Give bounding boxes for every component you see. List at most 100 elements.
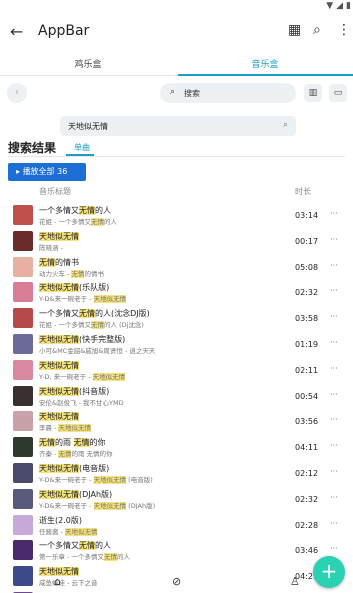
song-duration: 03:14 bbox=[295, 211, 319, 220]
play-all-label: 播放全部 36 bbox=[22, 167, 68, 176]
artist-text: 齐秦 - bbox=[39, 450, 59, 459]
more-horiz-icon[interactable]: ··· bbox=[330, 415, 338, 424]
artist-highlight: 无情 bbox=[90, 218, 104, 226]
artist-text: 小可&MC金韶&戚旭&周贤恒 - 逍之天天 bbox=[39, 346, 156, 355]
app-bar: ← AppBar ▦ ⌕ ⋮ bbox=[0, 14, 353, 50]
song-artist: 任酱酱 - 天地似无情 bbox=[39, 526, 98, 536]
song-row[interactable]: 天地似无情(电音版) Y-D&来一碗老于 - 天地似无情 (电音版) 02:12 ··… bbox=[0, 461, 353, 487]
artist-highlight: 无情 bbox=[58, 450, 72, 459]
search-icon[interactable]: ⌕ bbox=[283, 120, 288, 130]
artist-text: 动力火车 - bbox=[39, 269, 72, 278]
title-text: 的你 bbox=[89, 438, 106, 448]
more-horiz-icon[interactable]: ··· bbox=[330, 544, 338, 553]
person-icon[interactable]: ♙ bbox=[290, 575, 300, 588]
more-horiz-icon[interactable]: ··· bbox=[330, 209, 338, 218]
artist-text: Y-D&来一碗老于 - bbox=[39, 475, 94, 484]
arrow-left-icon[interactable]: ← bbox=[10, 22, 23, 41]
song-duration: 02:32 bbox=[295, 494, 319, 504]
song-artist: 第一乐章 - 一个多情又无情的人 bbox=[39, 551, 130, 562]
title-text: 的人 bbox=[95, 206, 111, 215]
artist-text: 花姐 - 一个多情又 bbox=[39, 321, 91, 330]
play-all-button[interactable]: ▸ 播放全部 36 bbox=[8, 163, 86, 181]
keyword-field[interactable]: 天地似无情 ⌕ bbox=[60, 116, 296, 136]
artist-text: 的雨 无情的你 bbox=[71, 450, 113, 459]
tab-yinyuehe[interactable]: 音乐盒 bbox=[177, 57, 353, 70]
bottom-nav: ⌂ ⊘ ♙ bbox=[0, 575, 353, 593]
artist-text: 任酱酱 - bbox=[39, 527, 65, 536]
song-title: 逝生(2.0版) bbox=[39, 515, 82, 526]
artist-text: (DJAh版) bbox=[126, 501, 156, 510]
tab-jilehe[interactable]: 鸡乐盒 bbox=[0, 57, 176, 70]
song-duration: 05:08 bbox=[295, 262, 319, 272]
artist-highlight: 无情 bbox=[90, 321, 104, 330]
more-horiz-icon[interactable]: ··· bbox=[330, 441, 338, 450]
more-horiz-icon[interactable]: ··· bbox=[330, 493, 338, 502]
artist-text: 第一乐章 - 一个多情又 bbox=[39, 553, 104, 562]
tab-single[interactable]: 单曲 bbox=[74, 142, 90, 153]
song-row[interactable]: 无情的情书 动力火车 - 无情的情书 05:08 ··· bbox=[0, 255, 353, 281]
search-icon[interactable]: ⌕ bbox=[313, 22, 321, 38]
title-text: (电音版) bbox=[79, 463, 110, 473]
song-artist: 齐秦 - 无情的雨 无情的你 bbox=[39, 448, 113, 459]
song-row[interactable]: 天地似无情 李晨 - 天地似无情 03:56 ··· bbox=[0, 409, 353, 435]
album-thumbnail bbox=[13, 308, 33, 329]
more-horiz-icon[interactable]: ··· bbox=[330, 312, 338, 321]
more-horiz-icon[interactable]: ··· bbox=[330, 261, 338, 270]
song-title: 一个多情又无情的人 bbox=[39, 540, 111, 551]
artist-text: Y-D&来一碗老于 - bbox=[39, 501, 94, 510]
song-row[interactable]: 天地似无情(抖音版) 安伦&赵俊飞 - 我不甘心YMD 00:54 ··· bbox=[0, 384, 353, 410]
song-row[interactable]: 天地似无情 Y-D, 来一碗老于 - 天地似无情 02:11 ··· bbox=[0, 358, 353, 384]
song-row[interactable]: 天地似无情(DJAh版) Y-D&来一碗老于 - 天地似无情 (DJAh版) 02:… bbox=[0, 487, 353, 513]
more-horiz-icon[interactable]: ··· bbox=[330, 390, 338, 399]
album-thumbnail bbox=[13, 205, 33, 225]
album-thumbnail bbox=[13, 282, 33, 303]
title-text: (乐队版) bbox=[79, 283, 110, 293]
col-duration-header: 时长 bbox=[295, 187, 311, 196]
song-row[interactable]: 天地似无情(乐队版) Y-D&来一碗老于 - 天地似无情 02:32 ··· bbox=[0, 280, 353, 306]
song-title: 天地似无情 bbox=[39, 360, 79, 371]
song-row[interactable]: 天地似无情 陈晓涵 - 00:17 ··· bbox=[0, 229, 353, 255]
artist-highlight: 无情 bbox=[71, 269, 85, 278]
more-horiz-icon[interactable]: ··· bbox=[330, 364, 338, 373]
monitor-icon[interactable]: ▭ bbox=[329, 84, 347, 102]
song-row[interactable]: 一个多情又无情的人 第一乐章 - 一个多情又无情的人 03:46 ··· bbox=[0, 538, 353, 564]
title-text: (抖音版) bbox=[79, 386, 110, 396]
more-horiz-icon[interactable]: ··· bbox=[330, 467, 338, 476]
more-horiz-icon[interactable]: ··· bbox=[330, 286, 338, 295]
album-thumbnail bbox=[13, 230, 33, 251]
more-vert-icon[interactable]: ⋮ bbox=[337, 22, 351, 38]
song-row[interactable]: 无情的雨 无情的你 齐秦 - 无情的雨 无情的你 04:11 ··· bbox=[0, 435, 353, 461]
artist-highlight: 天地似无情 bbox=[93, 501, 127, 510]
song-title: 一个多情又无情的人 bbox=[39, 205, 111, 216]
song-artist: 花姐 - 一个多情又无情的人 (Dj沈念) bbox=[39, 319, 144, 330]
more-horiz-icon[interactable]: ··· bbox=[330, 338, 338, 347]
home-icon[interactable]: ⌂ bbox=[54, 575, 61, 588]
song-artist: 动力火车 - 无情的情书 bbox=[39, 268, 104, 278]
title-highlight: 无情 bbox=[79, 206, 95, 215]
search-button[interactable]: ⌕ 搜索 bbox=[160, 83, 296, 103]
col-title-header: 音乐标题 bbox=[39, 187, 71, 196]
song-duration: 03:58 bbox=[295, 314, 319, 324]
artist-text: 花姐 - 一个多情又 bbox=[39, 218, 91, 226]
grid-icon[interactable]: ▦ bbox=[288, 22, 301, 38]
song-row[interactable]: 一个多情又无情的人 花姐 - 一个多情又无情的人 03:14 ··· bbox=[0, 203, 353, 229]
song-row[interactable]: 天地似无情(快手完整版) 小可&MC金韶&戚旭&周贤恒 - 逍之天天 01:19 ··… bbox=[0, 332, 353, 358]
song-row[interactable]: 一个多情又无情的人(沈念DJ版) 花姐 - 一个多情又无情的人 (Dj沈念) 03:… bbox=[0, 306, 353, 332]
more-horiz-icon[interactable]: ··· bbox=[330, 235, 338, 244]
song-artist: 陈晓涵 - bbox=[39, 242, 63, 252]
title-highlight: 天地似无情 bbox=[39, 412, 79, 422]
title-highlight: 天地似无情 bbox=[39, 283, 79, 293]
title-text: 的雨 bbox=[55, 438, 74, 448]
add-button[interactable]: + bbox=[313, 556, 345, 588]
chevron-left-icon[interactable]: ‹ bbox=[7, 83, 27, 103]
compass-icon[interactable]: ⊘ bbox=[172, 575, 181, 588]
columns-icon[interactable]: ▥ bbox=[304, 84, 322, 102]
artist-highlight: 无情 bbox=[103, 553, 117, 562]
title-text: 的人(沈念DJ版) bbox=[95, 309, 150, 319]
more-horiz-icon[interactable]: ··· bbox=[330, 519, 338, 528]
song-row[interactable]: 逝生(2.0版) 任酱酱 - 天地似无情 02:28 ··· bbox=[0, 513, 353, 539]
song-duration: 03:46 bbox=[295, 546, 319, 556]
title-highlight: 无情 bbox=[73, 438, 90, 448]
song-title: 天地似无情(乐队版) bbox=[39, 282, 109, 293]
artist-text: 的情书 bbox=[84, 269, 104, 278]
